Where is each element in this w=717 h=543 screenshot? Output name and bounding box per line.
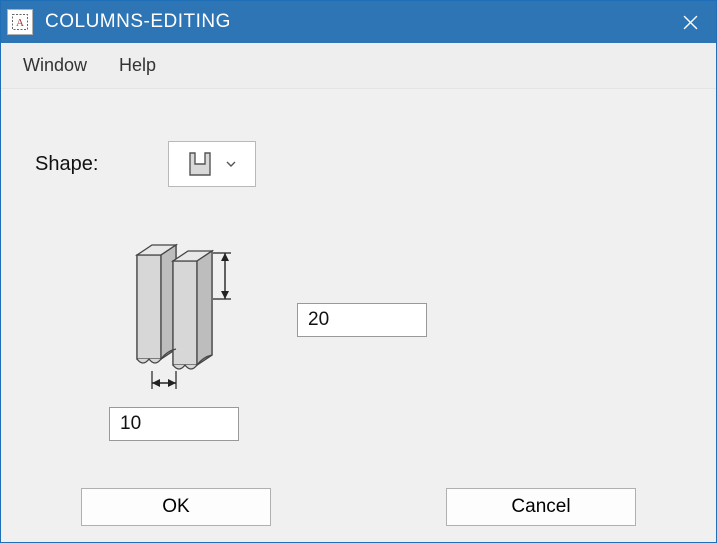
titlebar: A COLUMNS-EDITING xyxy=(1,1,716,43)
client-area: Shape: xyxy=(1,89,716,542)
column-diagram xyxy=(119,237,279,397)
shape-u-icon xyxy=(187,150,213,178)
chevron-down-icon xyxy=(225,160,237,168)
cancel-button[interactable]: Cancel xyxy=(446,488,636,526)
shape-label: Shape: xyxy=(35,153,98,176)
window-title: COLUMNS-EDITING xyxy=(45,11,664,33)
menu-help[interactable]: Help xyxy=(119,55,156,76)
svg-text:A: A xyxy=(16,17,24,29)
button-row: OK Cancel xyxy=(1,488,716,526)
menu-window[interactable]: Window xyxy=(23,55,87,76)
dialog-window: A COLUMNS-EDITING Window Help Shape: xyxy=(0,0,717,543)
menubar: Window Help xyxy=(1,43,716,89)
shape-dropdown[interactable] xyxy=(168,141,256,187)
width-input[interactable] xyxy=(109,407,239,441)
close-button[interactable] xyxy=(664,1,716,43)
close-icon xyxy=(683,15,698,30)
shape-row: Shape: xyxy=(35,141,256,187)
height-input[interactable] xyxy=(297,303,427,337)
app-icon: A xyxy=(7,9,33,35)
ok-button[interactable]: OK xyxy=(81,488,271,526)
